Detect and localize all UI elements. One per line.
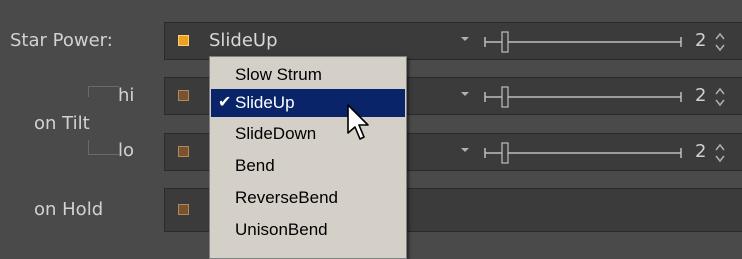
tilt-hi-slider[interactable] [483,84,683,110]
star-power-select-value[interactable]: SlideUp [209,31,278,51]
tilt-hi-toggle[interactable] [178,90,189,101]
action-dropdown-menu: Slow Strum ✔ SlideUp SlideDown Bend Rever… [209,56,407,259]
menu-item-slidedown[interactable]: SlideDown [211,120,405,148]
tilt-hi-label: hi [118,85,135,106]
chevron-down-icon[interactable] [459,88,471,100]
tilt-lo-toggle[interactable] [178,146,189,157]
menu-item-label: UnisonBend [235,220,328,239]
spinner-icon[interactable] [713,140,727,166]
on-hold-toggle[interactable] [178,204,189,215]
tilt-hi-value: 2 [695,85,707,106]
tilt-bracket-top [88,86,119,97]
menu-item-label: SlideUp [235,93,295,112]
menu-item-bend[interactable]: Bend [211,152,405,180]
star-power-row: SlideUp 2 [164,22,742,60]
tilt-lo-slider[interactable] [483,140,683,166]
tilt-bracket-bottom [88,140,119,155]
mouse-cursor-icon [347,104,369,140]
menu-item-label: Bend [235,156,275,175]
star-power-label: Star Power: [10,30,113,51]
tilt-lo-label: lo [118,140,135,161]
spinner-icon[interactable] [713,29,727,55]
star-power-slider[interactable] [483,29,683,55]
menu-item-reversebend[interactable]: ReverseBend [211,184,405,212]
on-hold-label: on Hold [34,199,104,220]
star-power-value: 2 [695,30,707,51]
chevron-down-icon[interactable] [459,33,471,45]
menu-item-label: Slow Strum [235,65,322,84]
menu-item-slideup[interactable]: ✔ SlideUp [211,89,405,117]
spinner-icon[interactable] [713,84,727,110]
chevron-down-icon[interactable] [459,144,471,156]
on-tilt-label: on Tilt [34,113,90,134]
check-icon: ✔ [218,94,232,111]
menu-item-slow-strum[interactable]: Slow Strum [211,61,405,89]
tilt-lo-value: 2 [695,141,707,162]
menu-item-label: ReverseBend [235,188,339,207]
star-power-toggle[interactable] [178,35,189,46]
menu-item-unisonbend[interactable]: UnisonBend [211,216,405,244]
menu-item-label: SlideDown [235,124,317,143]
